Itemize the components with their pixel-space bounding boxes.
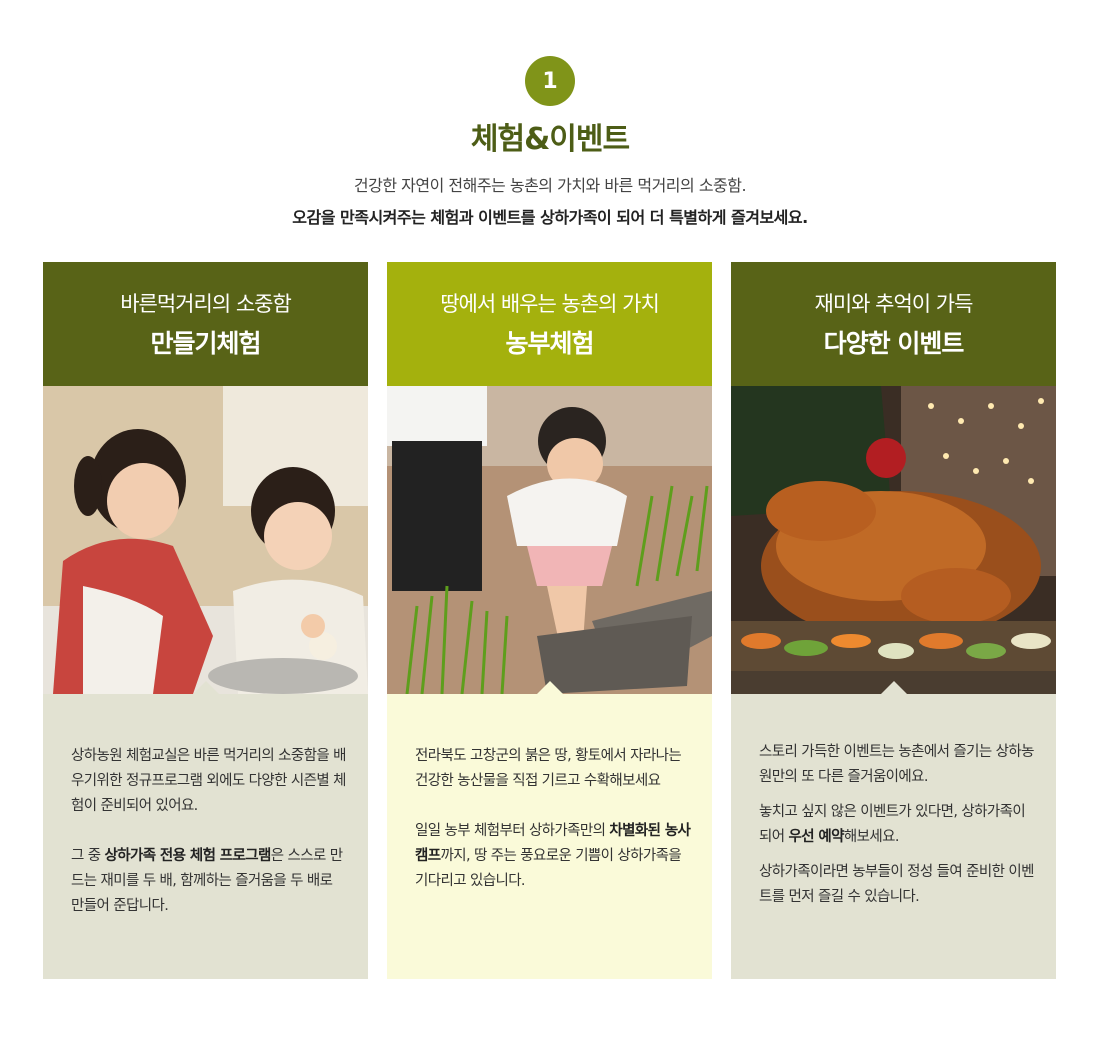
card-paragraph: 전라북도 고창군의 붉은 땅, 황토에서 자라나는 건강한 농산물을 직접 기르… [415,744,692,794]
para-text: 그 중 [71,848,105,864]
card-body: 스토리 가득한 이벤트는 농촌에서 즐기는 상하농원만의 또 다른 즐거움이에요… [731,694,1056,979]
pointer-notch [879,681,908,694]
card-various-events: 재미와 추억이 가득 다양한 이벤트 스토리 가득한 이벤트는 농촌에서 즐기는… [731,262,1056,979]
pointer-notch [191,681,220,694]
card-subtitle: 땅에서 배우는 농촌의 가치 [440,292,660,316]
section-number-badge: 1 [525,56,575,106]
section-title: 체험&이벤트 [470,122,630,157]
card-subtitle: 바른먹거리의 소중함 [120,292,292,316]
card-title: 다양한 이벤트 [823,329,965,358]
kids-cooking-photo [43,386,368,694]
card-paragraph: 일일 농부 체험부터 상하가족만의 차별화된 농사 캠프까지, 땅 주는 풍요로… [415,819,692,894]
card-body: 전라북도 고창군의 붉은 땅, 황토에서 자라나는 건강한 농산물을 직접 기르… [387,694,712,979]
para-text: 스토리 가득한 이벤트는 농촌에서 즐기는 상하농원만의 또 다른 즐거움이에요… [759,744,1034,785]
para-highlight: 우선 예약 [788,829,845,845]
card-title: 만들기체험 [150,329,261,358]
section-header: 1 체험&이벤트 건강한 자연이 전해주는 농촌의 가치와 바른 먹거리의 소중… [0,56,1100,228]
para-highlight: 상하가족 전용 체험 프로그램 [104,848,272,864]
rice-planting-photo [387,386,712,694]
card-paragraph: 상하가족이라면 농부들이 정성 들여 준비한 이벤트를 먼저 즐길 수 있습니다… [759,860,1036,910]
section-intro-line1: 건강한 자연이 전해주는 농촌의 가치와 바른 먹거리의 소중함. [353,176,747,195]
roast-chicken-photo [731,386,1056,694]
card-farmer-experience: 땅에서 배우는 농촌의 가치 농부체험 전라북도 고창군의 붉은 땅, 황토에서… [387,262,712,979]
card-paragraph: 놓치고 싶지 않은 이벤트가 있다면, 상하가족이 되어 우선 예약해보세요. [759,800,1036,850]
card-paragraph: 그 중 상하가족 전용 체험 프로그램은 스스로 만드는 재미를 두 배, 함께… [71,844,348,919]
para-text: 일일 농부 체험부터 상하가족만의 [415,823,610,839]
section-intro-line2: 오감을 만족시켜주는 체험과 이벤트를 상하가족이 되어 더 특별하게 즐겨보세… [292,208,808,227]
para-text: 전라북도 고창군의 붉은 땅, 황토에서 자라나는 건강한 농산물을 직접 기르… [415,748,682,789]
para-text: 해보세요. [843,829,900,845]
card-subtitle: 재미와 추억이 가득 [814,292,974,316]
card-paragraph: 상하농원 체험교실은 바른 먹거리의 소중함을 배우기위한 정규프로그램 외에도… [71,744,348,819]
para-text: 상하가족이라면 농부들이 정성 들여 준비한 이벤트를 먼저 즐길 수 있습니다… [759,864,1034,905]
card-title: 농부체험 [505,329,594,358]
card-paragraph: 스토리 가득한 이벤트는 농촌에서 즐기는 상하농원만의 또 다른 즐거움이에요… [759,740,1036,790]
para-text: 상하농원 체험교실은 바른 먹거리의 소중함을 배우기위한 정규프로그램 외에도… [71,748,346,814]
card-header: 재미와 추억이 가득 다양한 이벤트 [731,262,1056,386]
card-body: 상하농원 체험교실은 바른 먹거리의 소중함을 배우기위한 정규프로그램 외에도… [43,694,368,979]
card-header: 바른먹거리의 소중함 만들기체험 [43,262,368,386]
para-text: 까지, 땅 주는 풍요로운 기쁨이 상하가족을 기다리고 있습니다. [415,848,682,889]
card-making-experience: 바른먹거리의 소중함 만들기체험 상하농원 체험교실은 바른 먹거리의 소중함을… [43,262,368,979]
pointer-notch [535,681,564,694]
card-header: 땅에서 배우는 농촌의 가치 농부체험 [387,262,712,386]
